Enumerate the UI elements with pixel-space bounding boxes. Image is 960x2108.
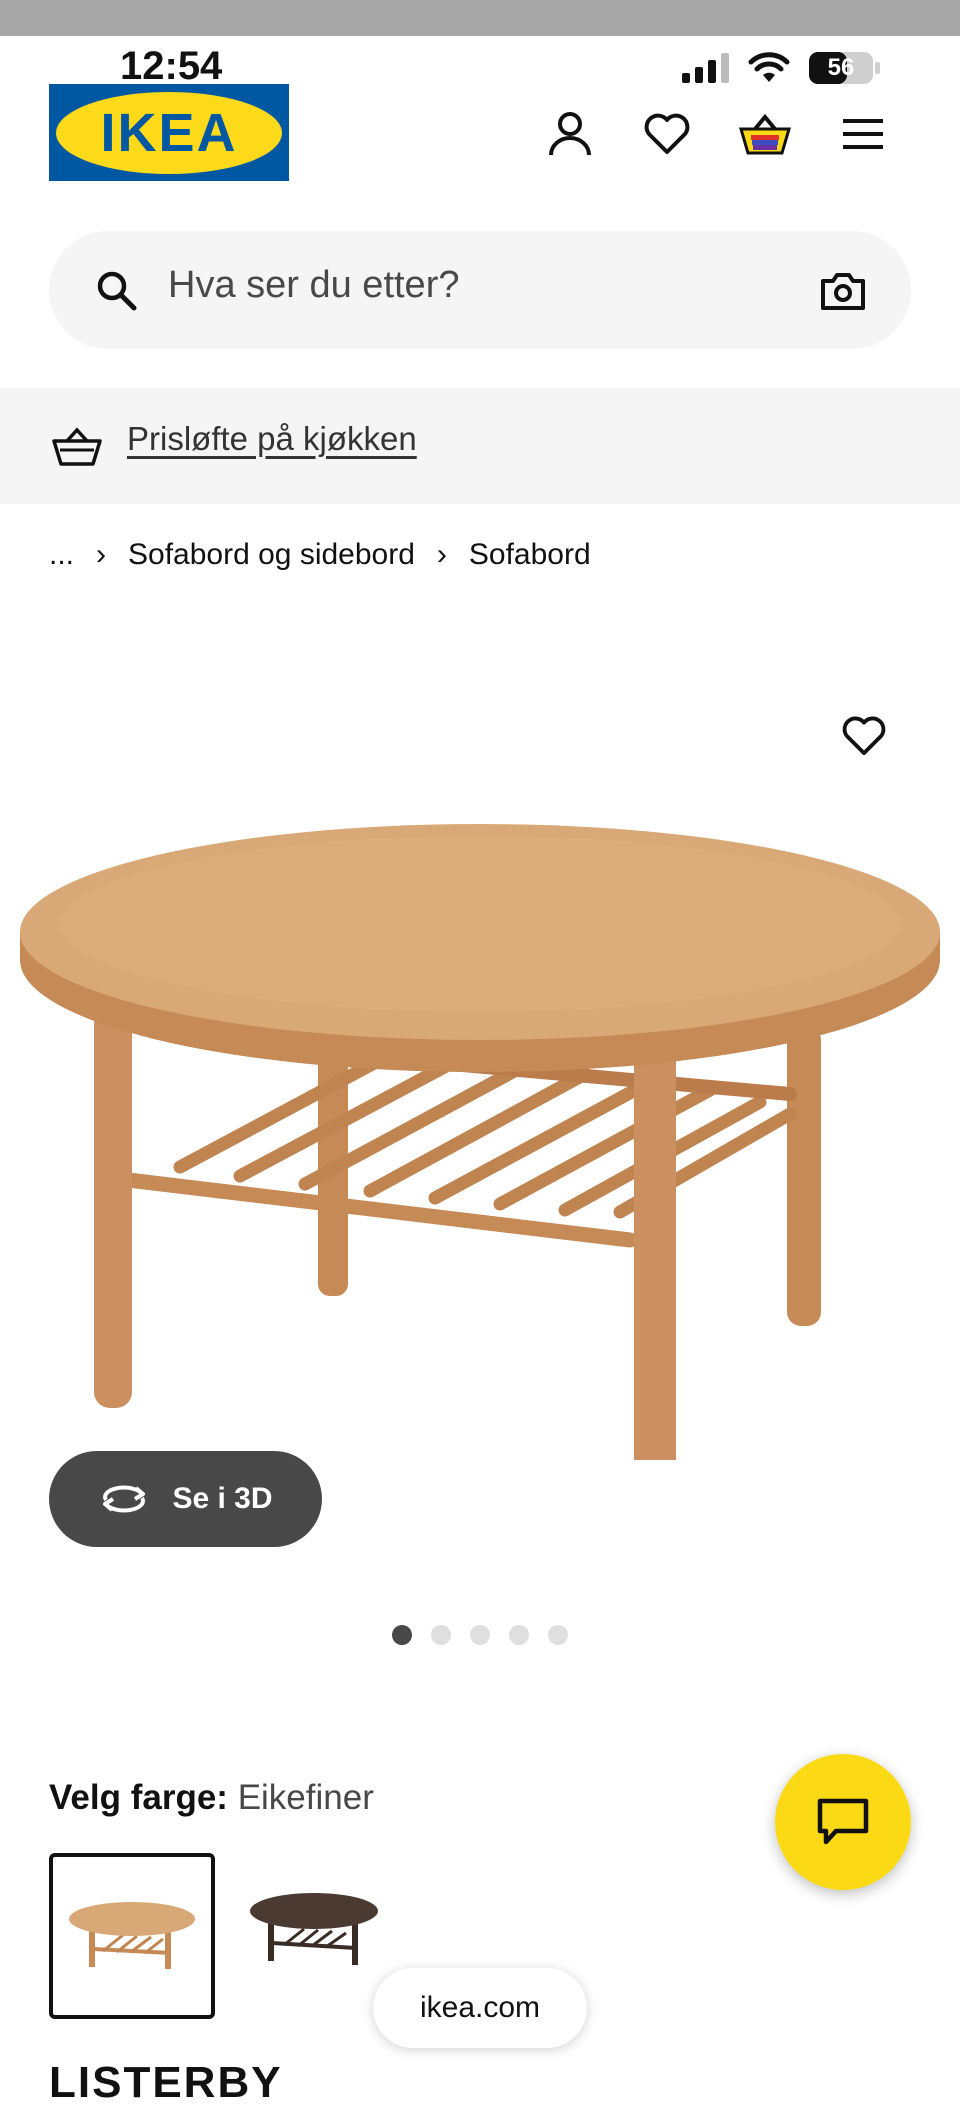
image-carousel-dots <box>392 1625 568 1645</box>
chat-bubble-icon <box>817 1798 869 1845</box>
color-value: Eikefiner <box>237 1778 374 1817</box>
wifi-icon <box>748 52 790 82</box>
round-coffee-table-image[interactable] <box>0 820 960 1460</box>
basket-icon[interactable] <box>737 106 793 162</box>
profile-icon[interactable] <box>544 108 596 160</box>
battery-icon: 56 <box>809 52 880 84</box>
breadcrumb-item-sofabord-og-sidebord[interactable]: Sofabord og sidebord <box>128 538 415 572</box>
carousel-dot[interactable] <box>431 1625 451 1645</box>
see-in-3d-label: Se i 3D <box>172 1482 273 1515</box>
color-selector-label: Velg farge: Eikefiner <box>49 1778 374 1818</box>
search-icon[interactable] <box>94 268 138 312</box>
chevron-right-icon: › <box>96 538 107 571</box>
product-name: LISTERBY <box>49 2058 283 2107</box>
carousel-dot[interactable] <box>392 1625 412 1645</box>
menu-icon[interactable] <box>837 108 889 160</box>
status-time: 12:54 <box>120 44 223 88</box>
browser-top-bar <box>0 0 960 36</box>
signal-icon <box>682 53 729 83</box>
breadcrumb-ellipsis[interactable]: ... <box>49 538 74 572</box>
carousel-dot[interactable] <box>470 1625 490 1645</box>
chat-button[interactable] <box>775 1754 911 1890</box>
promo-link[interactable]: Prisløfte på kjøkken <box>127 420 417 458</box>
carousel-dot[interactable] <box>548 1625 568 1645</box>
breadcrumb: ... › Sofabord og sidebord › Sofabord <box>49 538 591 572</box>
logo-text: IKEA <box>100 102 238 163</box>
see-in-3d-button[interactable]: Se i 3D <box>49 1451 322 1547</box>
battery-level: 56 <box>827 54 855 81</box>
basket-outline-icon <box>52 424 102 468</box>
search-input[interactable]: Hva ser du etter? <box>168 264 459 307</box>
heart-icon[interactable] <box>838 710 890 762</box>
chevron-right-icon: › <box>436 538 447 571</box>
heart-icon[interactable] <box>641 108 693 160</box>
ikea-logo[interactable]: IKEA <box>49 84 289 181</box>
oak-table-thumbnail <box>69 1902 195 1969</box>
status-icons: 56 <box>682 52 880 84</box>
color-label: Velg farge: <box>49 1778 228 1817</box>
dark-table-thumbnail <box>250 1893 378 1965</box>
carousel-dot[interactable] <box>509 1625 529 1645</box>
browser-url-bar[interactable]: ikea.com <box>373 1968 587 2048</box>
breadcrumb-item-sofabord[interactable]: Sofabord <box>469 538 591 572</box>
rotate-3d-icon <box>103 1485 146 1513</box>
color-swatch-oak-veneer[interactable] <box>49 1853 215 2019</box>
camera-icon[interactable] <box>818 268 868 314</box>
